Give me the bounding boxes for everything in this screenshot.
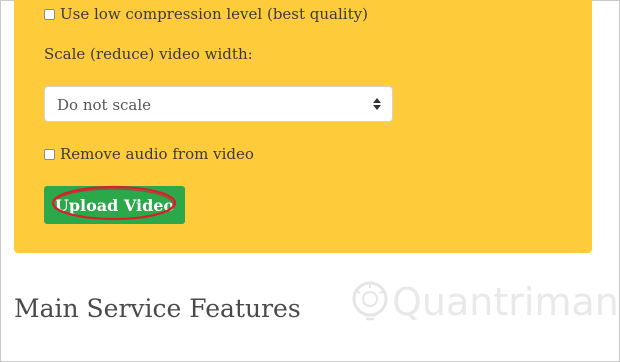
quantrimang-watermark: Quantrimang <box>352 280 620 324</box>
scale-select[interactable]: Do not scale <box>44 86 393 122</box>
sort-arrows-icon <box>373 98 381 110</box>
remove-audio-checkbox[interactable] <box>44 148 55 160</box>
upload-video-button-label: Upload Video <box>54 195 175 215</box>
remove-audio-label: Remove audio from video <box>60 145 254 163</box>
watermark-text: Quantrimang <box>392 280 620 324</box>
low-compression-option[interactable]: Use low compression level (best quality) <box>44 5 368 23</box>
main-service-features-heading: Main Service Features <box>14 294 301 323</box>
scale-label: Scale (reduce) video width: <box>44 45 253 63</box>
scale-select-value: Do not scale <box>57 96 152 114</box>
low-compression-label: Use low compression level (best quality) <box>60 5 368 23</box>
low-compression-checkbox[interactable] <box>44 8 55 20</box>
lightbulb-logo-icon <box>352 281 388 321</box>
remove-audio-option[interactable]: Remove audio from video <box>44 145 254 163</box>
upload-video-button[interactable]: Upload Video <box>44 186 185 224</box>
